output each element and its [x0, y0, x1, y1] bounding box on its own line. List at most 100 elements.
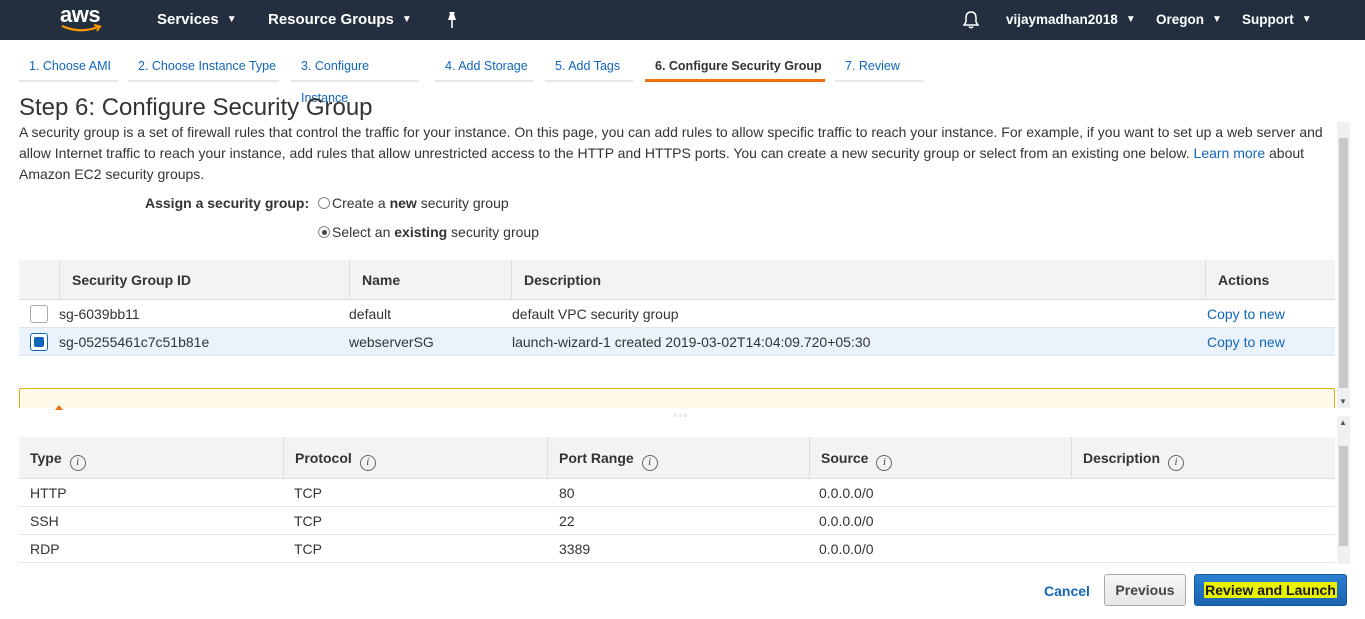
upper-scrollbar[interactable]: ▼ — [1337, 122, 1350, 408]
sg-name-cell: default — [349, 306, 392, 322]
cancel-button[interactable]: Cancel — [1036, 576, 1098, 606]
previous-button[interactable]: Previous — [1104, 574, 1186, 606]
warning-icon — [55, 405, 63, 410]
info-icon[interactable]: i — [69, 455, 86, 471]
copy-to-new-link[interactable]: Copy to new — [1207, 300, 1285, 328]
user-label: vijaymadhan2018 — [1006, 12, 1118, 27]
description-text: A security group is a set of firewall ru… — [19, 124, 1323, 161]
services-label: Services — [157, 11, 219, 28]
rule-source-cell: 0.0.0.0/0 — [819, 541, 874, 557]
rule-port-cell: 22 — [559, 513, 575, 529]
aws-logo-text: aws — [60, 2, 101, 27]
radio-label: security group — [416, 195, 509, 211]
column-header-protocol[interactable]: Protocol i — [283, 437, 547, 479]
sg-description-cell: default VPC security group — [512, 306, 679, 322]
rule-source-cell: 0.0.0.0/0 — [819, 485, 874, 501]
info-icon[interactable]: i — [359, 455, 376, 471]
radio-select-existing[interactable]: Select an existing security group — [318, 224, 539, 240]
table-row-selected[interactable]: sg-05255461c7c51b81e webserverSG launch-… — [19, 328, 1335, 356]
step-add-tags[interactable]: 5. Add Tags — [545, 50, 633, 82]
rule-protocol-cell: TCP — [294, 513, 322, 529]
aws-logo[interactable]: aws — [60, 2, 104, 34]
region-label: Oregon — [1156, 12, 1205, 27]
services-menu[interactable]: Services ▼ — [157, 0, 237, 40]
table-header: Security Group ID Name Description Actio… — [19, 260, 1335, 300]
assign-security-group-label: Assign a security group: — [145, 195, 310, 211]
scrollbar-thumb[interactable] — [1339, 446, 1348, 546]
rule-protocol-cell: TCP — [294, 485, 322, 501]
chevron-down-icon: ▼ — [1125, 14, 1136, 26]
column-header-description-label: Description — [1083, 450, 1161, 466]
step-choose-instance-type[interactable]: 2. Choose Instance Type — [128, 50, 279, 82]
resource-groups-menu[interactable]: Resource Groups ▼ — [268, 0, 412, 40]
radio-label-bold: new — [389, 195, 417, 211]
radio-label: Create a — [332, 195, 390, 211]
scroll-up-icon[interactable]: ▲ — [1339, 418, 1347, 427]
sg-name-cell: webserverSG — [349, 334, 434, 350]
column-header-port-range-label: Port Range — [559, 450, 634, 466]
radio-label: Select an — [332, 224, 395, 240]
learn-more-link[interactable]: Learn more — [1194, 145, 1266, 161]
info-icon[interactable]: i — [1168, 455, 1185, 471]
pin-icon[interactable] — [444, 11, 460, 29]
step-review[interactable]: 7. Review — [835, 50, 924, 82]
column-header-source-label: Source — [821, 450, 869, 466]
table-row[interactable]: SSH TCP 22 0.0.0.0/0 — [19, 507, 1335, 535]
step-choose-ami[interactable]: 1. Choose AMI — [19, 50, 118, 82]
copy-to-new-link[interactable]: Copy to new — [1207, 328, 1285, 356]
sg-description-cell: launch-wizard-1 created 2019-03-02T14:04… — [512, 334, 871, 350]
page-title: Step 6: Configure Security Group — [19, 94, 373, 121]
table-header: Type i Protocol i Port Range i Source i Desc… — [19, 437, 1335, 479]
column-header-source[interactable]: Source i — [809, 437, 1071, 479]
column-header-type-label: Type — [30, 450, 62, 466]
user-menu[interactable]: vijaymadhan2018 ▼ — [1006, 0, 1136, 40]
column-header-protocol-label: Protocol — [295, 450, 352, 466]
support-label: Support — [1242, 12, 1294, 27]
table-row[interactable]: HTTP TCP 80 0.0.0.0/0 — [19, 479, 1335, 507]
chevron-down-icon: ▼ — [226, 14, 237, 26]
radio-button-checked[interactable] — [318, 226, 330, 238]
inbound-rules-table: Type i Protocol i Port Range i Source i Desc… — [19, 437, 1335, 563]
rule-type-cell: RDP — [30, 541, 60, 557]
sg-id-cell: sg-6039bb11 — [59, 306, 140, 322]
lower-scrollbar[interactable]: ▲ — [1337, 416, 1350, 564]
aws-smile-icon — [61, 24, 102, 32]
info-icon[interactable]: i — [876, 455, 893, 471]
row-checkbox[interactable] — [30, 305, 48, 323]
rule-type-cell: SSH — [30, 513, 59, 529]
table-row[interactable]: RDP TCP 3389 0.0.0.0/0 — [19, 535, 1335, 563]
resource-groups-label: Resource Groups — [268, 11, 394, 28]
rule-port-cell: 3389 — [559, 541, 591, 557]
bell-icon[interactable] — [961, 10, 981, 30]
column-header-description[interactable]: Description — [511, 260, 1205, 300]
column-header-port-range[interactable]: Port Range i — [547, 437, 809, 479]
row-checkbox-checked[interactable] — [30, 333, 48, 351]
region-menu[interactable]: Oregon ▼ — [1156, 0, 1222, 40]
table-row[interactable]: sg-6039bb11 default default VPC security… — [19, 300, 1335, 328]
security-group-table: Security Group ID Name Description Actio… — [19, 260, 1335, 356]
column-header-name[interactable]: Name — [349, 260, 511, 300]
review-and-launch-label: Review and Launch — [1204, 582, 1337, 598]
column-header-type[interactable]: Type i — [19, 437, 283, 479]
chevron-down-icon: ▼ — [401, 14, 412, 26]
step-add-storage[interactable]: 4. Add Storage — [435, 50, 533, 82]
scrollbar-thumb[interactable] — [1339, 138, 1348, 388]
column-header-sg-id[interactable]: Security Group ID — [59, 260, 349, 300]
column-header-actions: Actions — [1205, 260, 1335, 300]
pane-splitter-handle[interactable]: ▫▫▫ — [674, 411, 689, 420]
radio-create-new[interactable]: Create a new security group — [318, 195, 509, 211]
support-menu[interactable]: Support ▼ — [1242, 0, 1312, 40]
radio-label-bold: existing — [394, 224, 448, 240]
column-header-description[interactable]: Description i — [1071, 437, 1335, 479]
radio-button[interactable] — [318, 197, 330, 209]
info-icon[interactable]: i — [641, 455, 658, 471]
page-description: A security group is a set of firewall ru… — [19, 122, 1329, 185]
chevron-down-icon: ▼ — [1301, 14, 1312, 26]
scroll-down-icon[interactable]: ▼ — [1339, 397, 1347, 406]
rule-source-cell: 0.0.0.0/0 — [819, 513, 874, 529]
rule-port-cell: 80 — [559, 485, 575, 501]
step-configure-security-group[interactable]: 6. Configure Security Group — [645, 50, 825, 82]
top-nav-bar: aws Services ▼ Resource Groups ▼ vijaymadh… — [0, 0, 1365, 40]
review-and-launch-button[interactable]: Review and Launch — [1194, 574, 1347, 606]
step-configure-instance[interactable]: 3. Configure Instance — [291, 50, 419, 105]
